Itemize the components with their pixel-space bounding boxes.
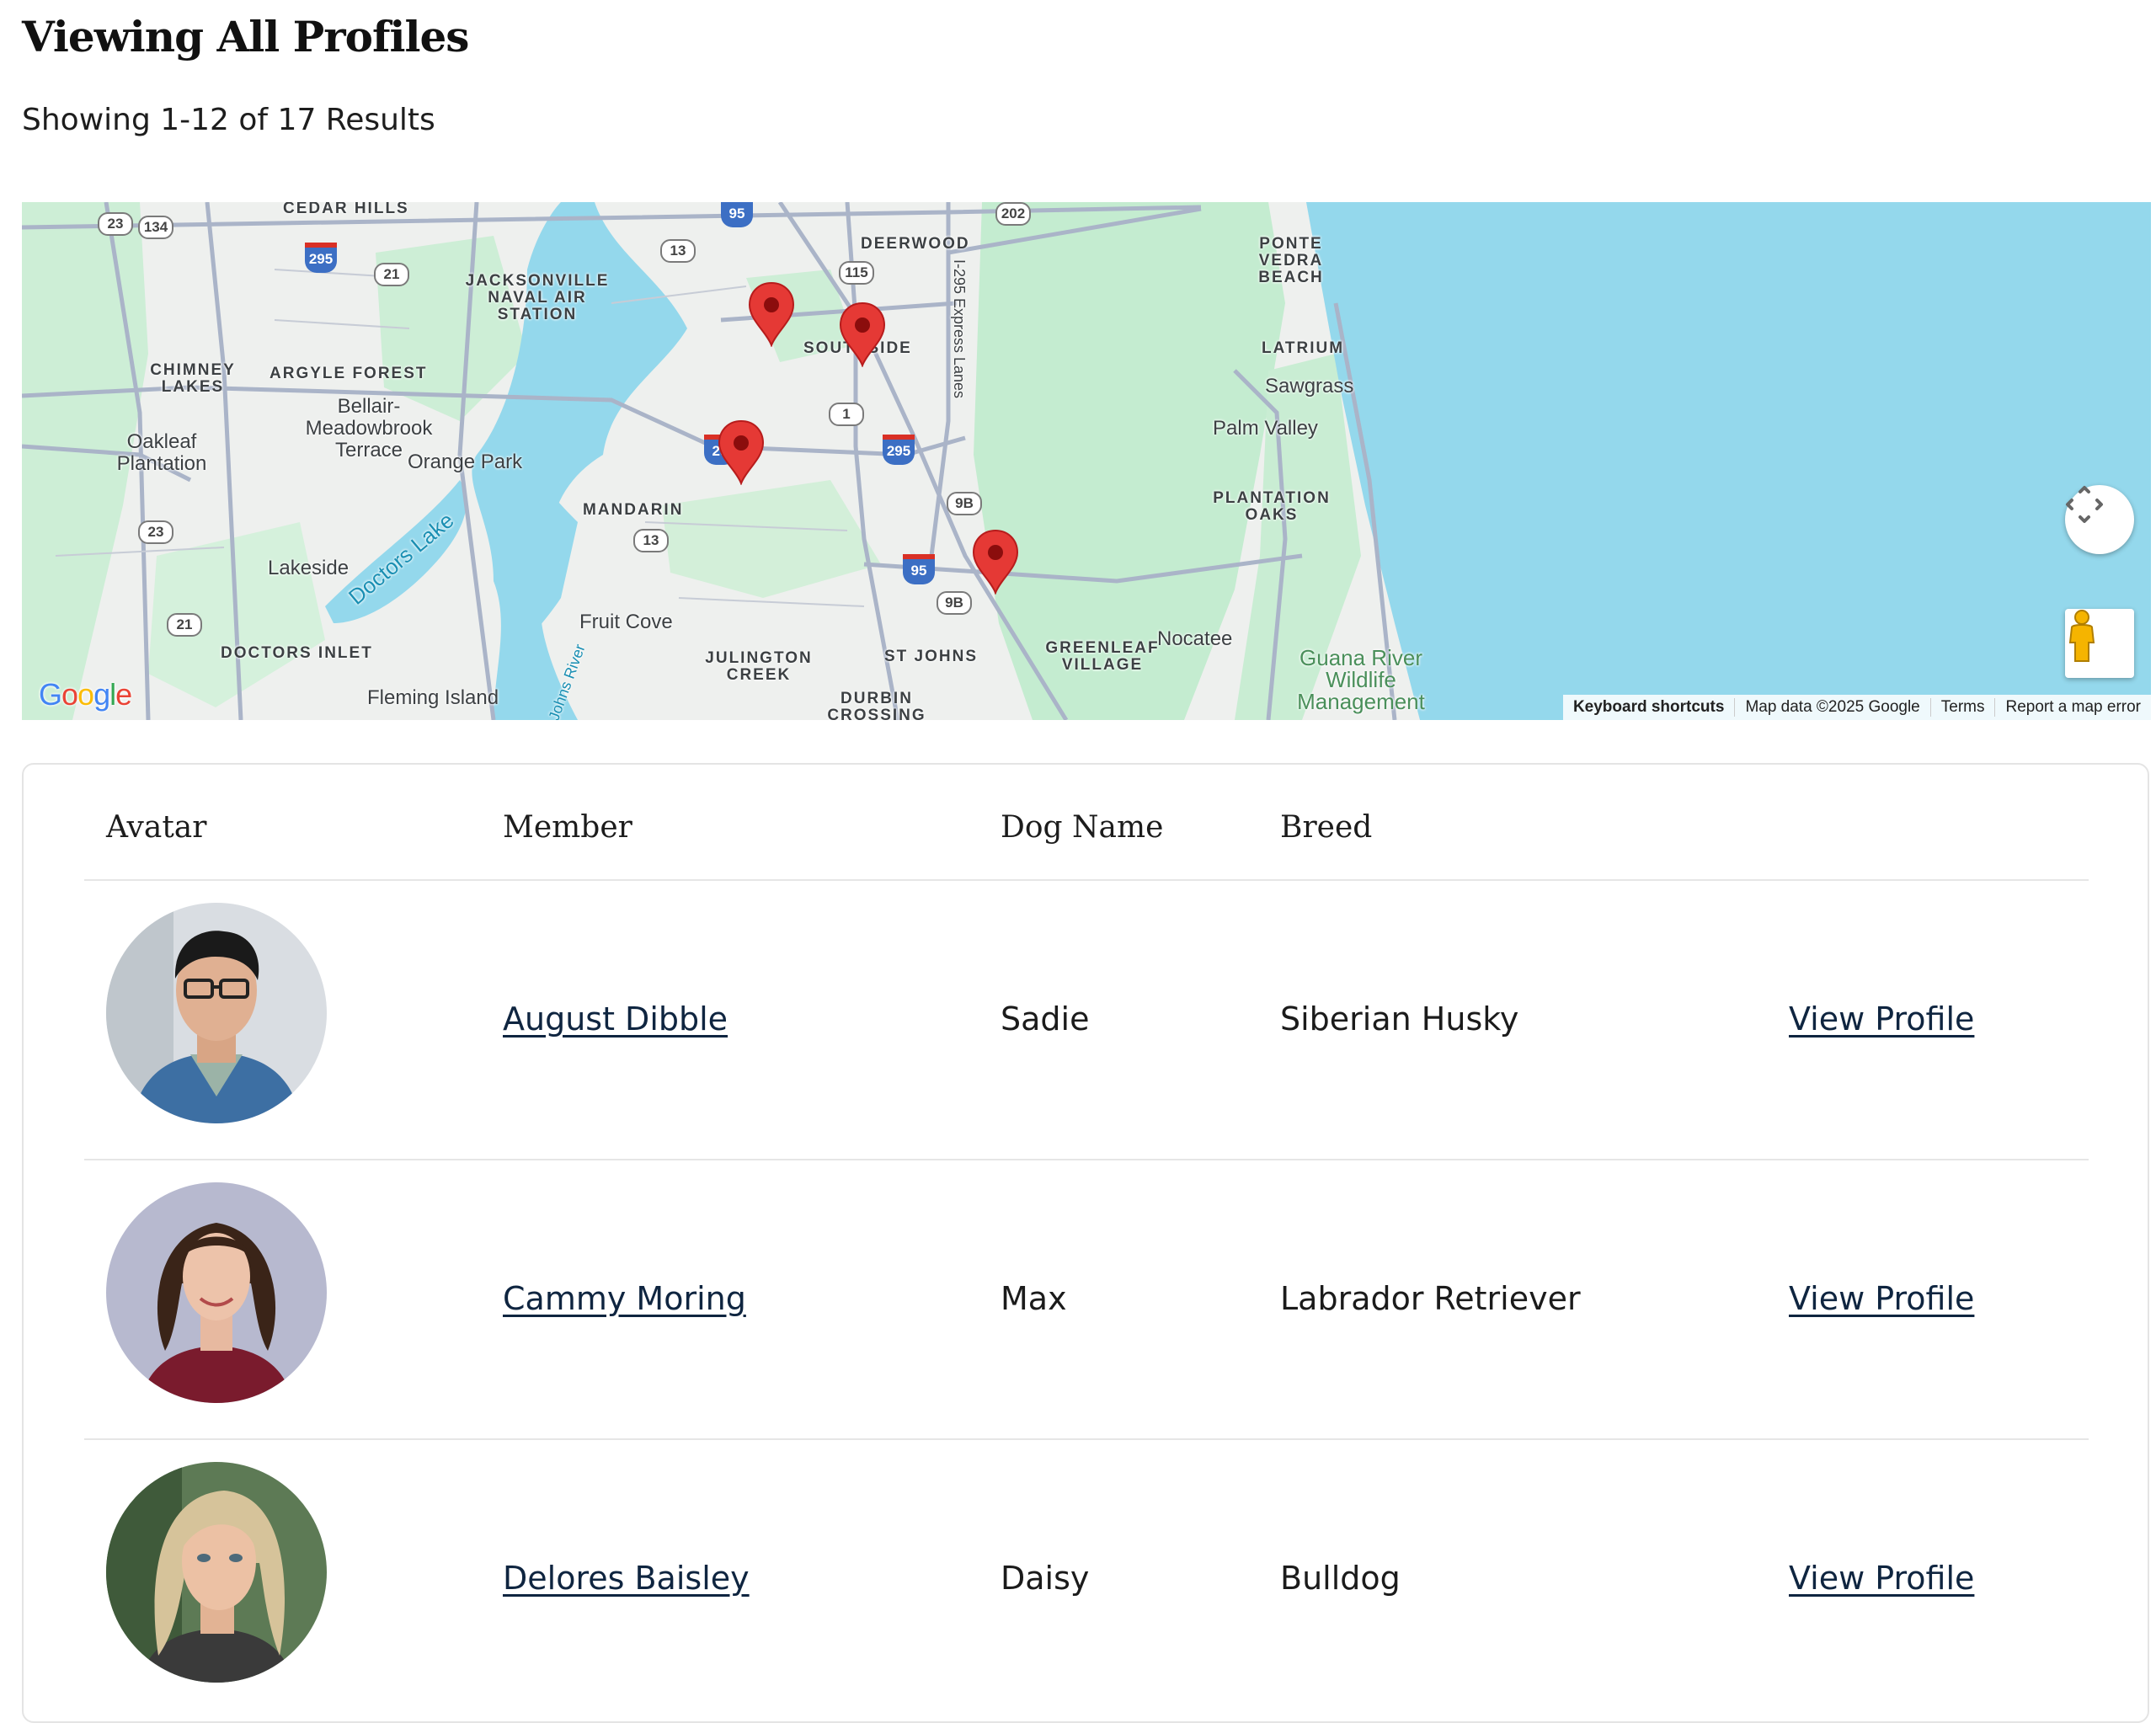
map-data-text: Map data ©2025 Google: [1734, 698, 1929, 717]
map-label-lakeside: Lakeside: [268, 557, 350, 579]
map-marker[interactable]: [839, 301, 886, 367]
column-header-dog-name: Dog Name: [1001, 810, 1164, 845]
map-label-durbin-crossing: DURBIN CROSSING: [827, 690, 926, 721]
column-header-avatar: Avatar: [106, 810, 207, 845]
route-shield: 13: [633, 529, 669, 552]
map-label-latrium: LATRIUM: [1262, 339, 1345, 357]
route-shield: 23: [98, 212, 133, 236]
map-label-julington-creek: JULINGTON CREEK: [705, 649, 813, 684]
fullscreen-button[interactable]: [2065, 485, 2134, 554]
map-label-chimney-lakes: CHIMNEY LAKES: [150, 361, 236, 396]
route-shield: 134: [138, 216, 173, 239]
route-shield: 202: [995, 202, 1031, 226]
dog-name-cell: Sadie: [1001, 1000, 1090, 1038]
route-shield: 21: [167, 613, 202, 637]
map-label-plantation-oaks: PLANTATION OAKS: [1213, 489, 1331, 524]
map-label-deerwood: DEERWOOD: [861, 235, 970, 253]
terms-link[interactable]: Terms: [1929, 698, 1995, 717]
row-divider: [84, 1159, 2089, 1160]
dog-name-cell: Max: [1001, 1280, 1067, 1317]
map-label-express-lanes: I-295 Express Lanes: [951, 259, 969, 399]
route-shield: 9B: [937, 591, 972, 615]
avatar: [106, 1182, 327, 1403]
avatar: [106, 1462, 327, 1683]
column-header-member: Member: [503, 810, 632, 845]
route-shield: 115: [839, 261, 874, 285]
results-count: Showing 1-12 of 17 Results: [22, 103, 435, 137]
map-label-argyle-forest: ARGYLE FOREST: [270, 365, 428, 382]
map-label-fruit-cove: Fruit Cove: [579, 611, 673, 633]
map-label-doctors-inlet: DOCTORS INLET: [221, 644, 373, 662]
dog-name-cell: Daisy: [1001, 1560, 1090, 1597]
google-logo[interactable]: Google: [39, 677, 132, 712]
column-header-breed: Breed: [1280, 810, 1373, 845]
member-link[interactable]: Delores Baisley: [503, 1560, 750, 1597]
row-divider: [84, 879, 2089, 881]
route-shield: 13: [660, 239, 696, 263]
route-shield: 9B: [947, 492, 982, 515]
view-profile-link[interactable]: View Profile: [1789, 1280, 1974, 1317]
view-profile-link[interactable]: View Profile: [1789, 1560, 1974, 1597]
map-label-ponte-vedra: PONTE VEDRA BEACH: [1258, 235, 1324, 286]
route-shield: 23: [138, 520, 173, 544]
pegman-icon: [2068, 610, 2095, 662]
map-marker[interactable]: [718, 419, 765, 485]
map-label-st-johns: ST JOHNS: [884, 648, 979, 665]
member-link[interactable]: Cammy Moring: [503, 1280, 746, 1317]
map-label-palm-valley: Palm Valley: [1213, 417, 1318, 440]
map[interactable]: CEDAR HILLS DEERWOOD PONTE VEDRA BEACH J…: [22, 202, 2151, 720]
route-shield: 21: [374, 263, 409, 286]
map-attribution: Keyboard shortcuts Map data ©2025 Google…: [1562, 695, 2151, 720]
view-profile-link[interactable]: View Profile: [1789, 1000, 1974, 1038]
map-label-oakleaf: Oakleaf Plantation: [116, 430, 207, 475]
map-label-guana-river: Guana River Wildlife Management: [1297, 645, 1425, 714]
fullscreen-icon: [2066, 486, 2103, 523]
route-shield: 1: [829, 403, 864, 426]
interstate-shield: 295: [883, 435, 915, 465]
page-title: Viewing All Profiles: [22, 12, 469, 61]
member-link[interactable]: August Dibble: [503, 1000, 728, 1038]
interstate-shield: 295: [305, 243, 337, 273]
map-marker[interactable]: [972, 529, 1019, 595]
keyboard-shortcuts-link[interactable]: Keyboard shortcuts: [1563, 698, 1734, 717]
map-label-naval-air-station: JACKSONVILLE NAVAL AIR STATION: [465, 272, 610, 323]
breed-cell: Bulldog: [1280, 1560, 1401, 1597]
avatar: [106, 903, 327, 1123]
map-label-cedar-hills: CEDAR HILLS: [283, 202, 409, 217]
map-marker[interactable]: [748, 281, 795, 347]
map-label-orange-park: Orange Park: [408, 451, 523, 473]
breed-cell: Siberian Husky: [1280, 1000, 1519, 1038]
street-view-button[interactable]: [2065, 609, 2134, 678]
map-label-sawgrass: Sawgrass: [1265, 375, 1354, 397]
breed-cell: Labrador Retriever: [1280, 1280, 1581, 1317]
report-map-error-link[interactable]: Report a map error: [1994, 698, 2151, 717]
map-label-mandarin: MANDARIN: [583, 501, 684, 519]
interstate-shield: 95: [903, 554, 935, 584]
row-divider: [84, 1438, 2089, 1440]
interstate-shield: 95: [721, 202, 753, 227]
map-label-fleming-island: Fleming Island: [367, 686, 499, 709]
map-label-greenleaf-village: GREENLEAF VILLAGE: [1045, 639, 1160, 674]
